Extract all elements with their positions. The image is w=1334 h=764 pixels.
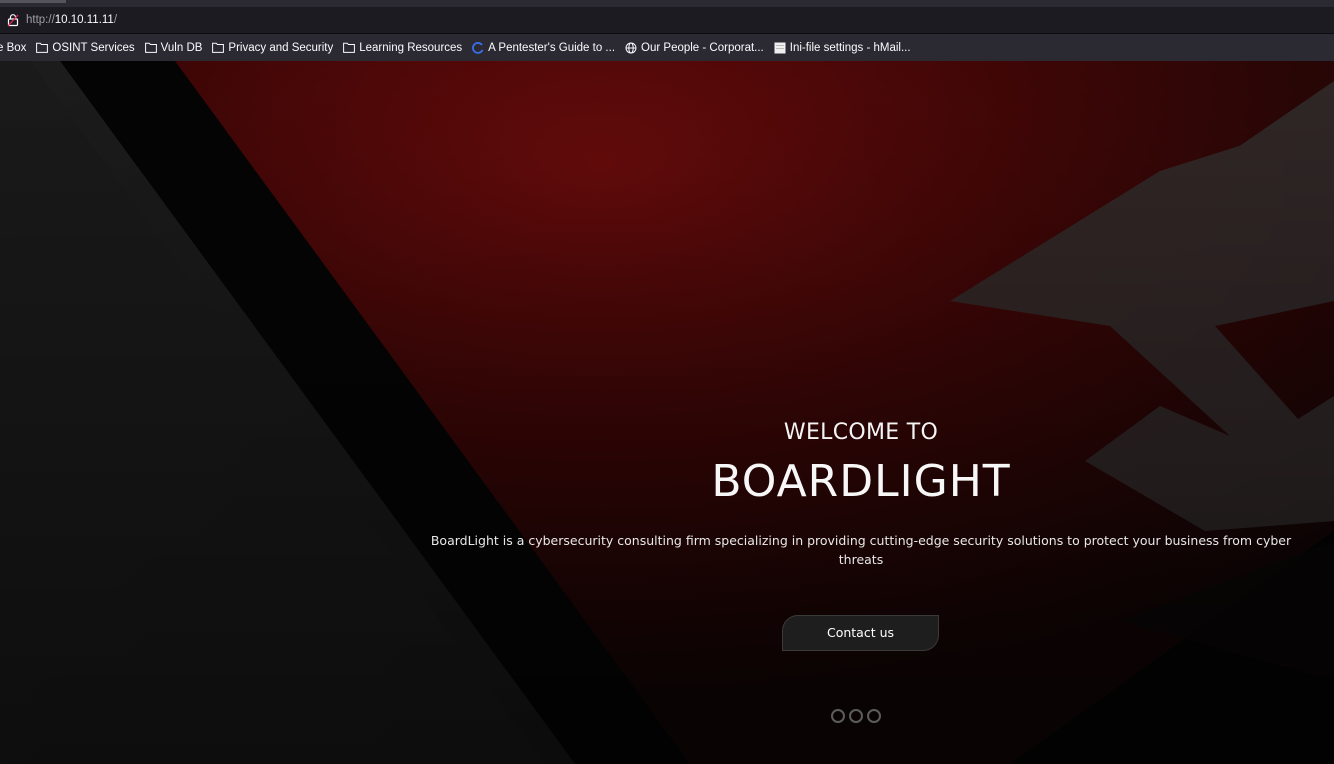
bookmark-label: e Box xyxy=(0,41,27,54)
active-tab-indicator[interactable] xyxy=(0,0,66,3)
carousel-dot-3[interactable] xyxy=(867,709,881,723)
bookmark-label: Learning Resources xyxy=(359,41,463,54)
globe-icon xyxy=(625,42,637,53)
folder-icon xyxy=(144,42,157,53)
bookmark-ini-file-settings[interactable]: Ini-file settings - hMail... xyxy=(774,42,911,54)
bookmark-label: Ini-file settings - hMail... xyxy=(789,41,911,54)
bookmark-our-people[interactable]: Our People - Corporat... xyxy=(625,42,764,54)
contact-us-button[interactable]: Contact us xyxy=(782,615,939,651)
carousel-dot-1[interactable] xyxy=(831,709,845,723)
url-host: 10.10.11.11 xyxy=(54,14,114,26)
bookmark-label: Privacy and Security xyxy=(228,41,334,54)
insecure-lock-icon[interactable] xyxy=(6,13,20,27)
tab-strip xyxy=(0,0,1334,7)
bookmarks-toolbar: e Box OSINT Services Vuln DB Privacy and… xyxy=(0,34,1334,61)
bookmark-folder-learning-resources[interactable]: Learning Resources xyxy=(343,42,462,54)
hero-description: BoardLight is a cybersecurity consulting… xyxy=(430,533,1292,567)
hero-welcome-text: WELCOME TO xyxy=(783,420,939,445)
folder-icon xyxy=(343,42,356,53)
address-bar[interactable]: http://10.10.11.11/ xyxy=(0,7,1334,34)
bookmark-pentesters-guide[interactable]: A Pentester's Guide to ... xyxy=(472,42,615,54)
bookmark-label: Our People - Corporat... xyxy=(641,41,764,54)
hero-brand-title: BOARDLIGHT xyxy=(711,456,1011,507)
bookmark-label: A Pentester's Guide to ... xyxy=(488,41,616,54)
url-path: / xyxy=(113,14,118,26)
bookmark-hack-the-box[interactable]: e Box xyxy=(0,42,26,54)
hero-content: WELCOME TO BOARDLIGHT BoardLight is a cy… xyxy=(426,418,1296,723)
folder-icon xyxy=(212,42,225,53)
url-text[interactable]: http://10.10.11.11/ xyxy=(26,14,117,26)
hero-background-image xyxy=(0,61,1334,764)
bookmark-folder-osint-services[interactable]: OSINT Services xyxy=(36,41,135,54)
bookmark-label: Vuln DB xyxy=(160,41,203,54)
url-protocol: http:// xyxy=(26,14,55,26)
carousel-dot-2[interactable] xyxy=(849,709,863,723)
bookmark-folder-privacy-and-security[interactable]: Privacy and Security xyxy=(212,42,333,54)
bookmark-folder-vuln-db[interactable]: Vuln DB xyxy=(144,41,203,54)
loading-spinner-icon xyxy=(472,41,484,54)
page-icon xyxy=(774,42,786,53)
bookmark-label: OSINT Services xyxy=(52,41,135,54)
hero-section: WELCOME TO BOARDLIGHT BoardLight is a cy… xyxy=(0,61,1334,764)
carousel-indicators xyxy=(831,709,881,723)
folder-icon xyxy=(36,42,49,53)
